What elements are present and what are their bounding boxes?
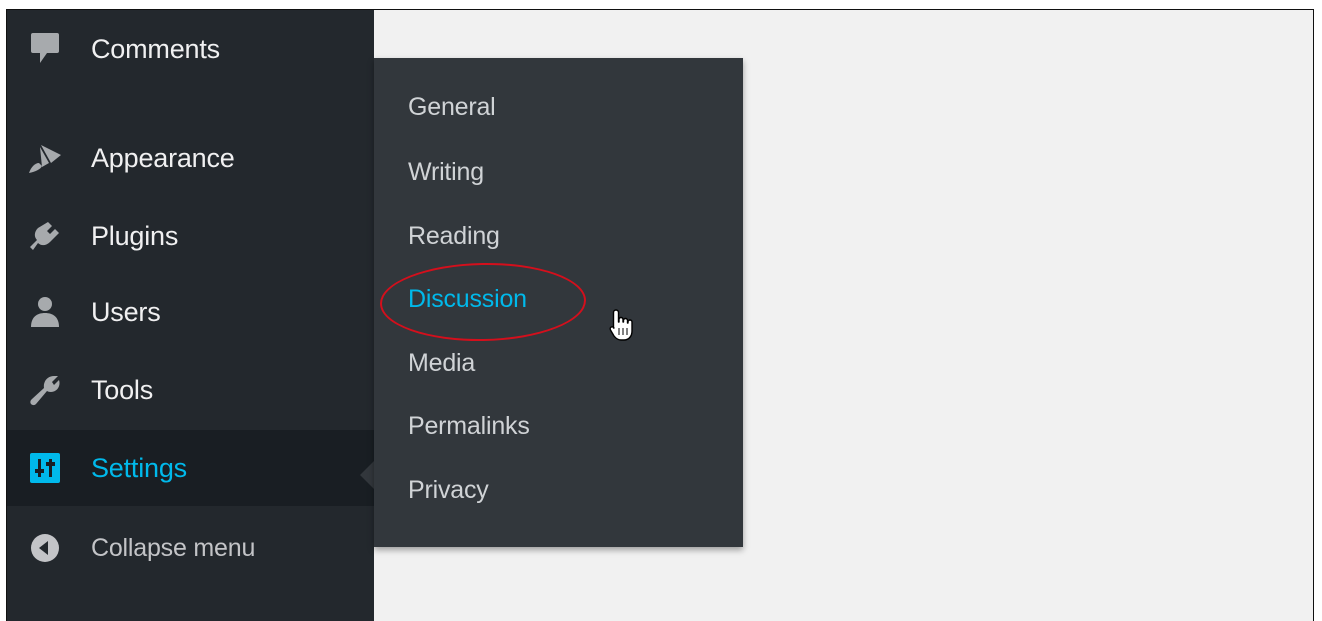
sidebar-item-comments[interactable]: Comments <box>7 11 374 87</box>
sidebar-item-label: Plugins <box>91 220 179 251</box>
plugin-icon <box>26 217 64 255</box>
hand-pointer-cursor-icon <box>609 309 633 341</box>
user-icon <box>26 293 64 331</box>
sidebar-item-label: Users <box>91 296 161 327</box>
sidebar-item-plugins[interactable]: Plugins <box>7 198 374 274</box>
collapse-menu-button[interactable]: Collapse menu <box>7 510 374 586</box>
submenu-item-media[interactable]: Media <box>408 349 475 378</box>
wrench-icon <box>26 371 64 409</box>
submenu-item-reading[interactable]: Reading <box>408 222 500 251</box>
current-menu-pointer <box>360 461 374 489</box>
admin-screen: Comments Appearance Plugins Users Tools … <box>6 9 1314 621</box>
sidebar-item-label: Tools <box>91 374 154 405</box>
admin-sidebar: Comments Appearance Plugins Users Tools … <box>7 10 374 621</box>
submenu-item-writing[interactable]: Writing <box>408 158 484 187</box>
sidebar-item-label: Settings <box>91 452 187 483</box>
sidebar-item-label: Comments <box>91 33 220 64</box>
sidebar-item-label: Appearance <box>91 142 235 173</box>
sidebar-item-users[interactable]: Users <box>7 274 374 350</box>
settings-sliders-icon <box>26 449 64 487</box>
collapse-arrow-icon <box>26 529 64 567</box>
submenu-item-privacy[interactable]: Privacy <box>408 476 489 505</box>
submenu-item-permalinks[interactable]: Permalinks <box>408 412 530 441</box>
submenu-item-discussion[interactable]: Discussion <box>408 285 527 314</box>
sidebar-item-tools[interactable]: Tools <box>7 352 374 428</box>
submenu-item-general[interactable]: General <box>408 93 496 122</box>
sidebar-item-appearance[interactable]: Appearance <box>7 120 374 196</box>
sidebar-item-settings[interactable]: Settings <box>7 430 374 506</box>
paintbrush-icon <box>26 139 64 177</box>
settings-flyout-submenu: General Writing Reading Discussion Media… <box>374 58 743 547</box>
comment-icon <box>26 30 64 68</box>
sidebar-item-label: Collapse menu <box>91 533 256 562</box>
